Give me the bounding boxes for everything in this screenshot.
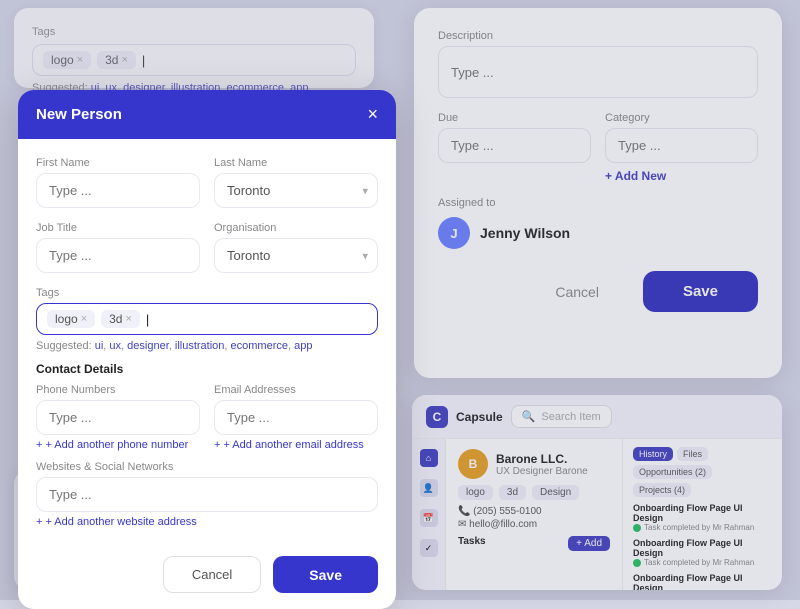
plus-website-icon: + [36,516,42,528]
modal-suggested-ux[interactable]: ux [109,340,121,352]
modal-save-button[interactable]: Save [273,556,378,593]
modal-tag-3d[interactable]: 3d × [101,310,140,328]
last-name-select-wrap: Toronto ▾ [214,173,378,208]
modal-tag-3d-remove[interactable]: × [125,313,131,325]
add-email-link[interactable]: + + Add another email address [214,439,378,451]
phone-col: Phone Numbers + + Add another phone numb… [36,384,200,451]
modal-close-button[interactable]: × [367,104,378,125]
phone-input[interactable] [36,400,200,435]
plus-phone-icon: + [36,439,42,451]
contact-details-row: Phone Numbers + + Add another phone numb… [36,384,378,451]
organisation-label: Organisation [214,222,378,234]
new-person-modal: New Person × First Name Last Name Toront… [18,90,396,609]
first-name-label: First Name [36,157,200,169]
modal-cancel-button[interactable]: Cancel [163,556,261,593]
organisation-select-wrap: Toronto ▾ [214,238,378,273]
add-website-link[interactable]: + + Add another website address [36,516,378,528]
email-col: Email Addresses + + Add another email ad… [214,384,378,451]
modal-header: New Person × [18,90,396,139]
organisation-select[interactable]: Toronto [214,238,378,273]
websites-section: Websites & Social Networks + + Add anoth… [36,461,378,528]
website-input[interactable] [36,477,378,512]
job-title-input[interactable] [36,238,200,273]
job-title-label: Job Title [36,222,200,234]
email-input[interactable] [214,400,378,435]
last-name-col: Last Name Toronto ▾ [214,157,378,208]
first-name-input[interactable] [36,173,200,208]
modal-tags-cursor: | [146,312,149,327]
job-org-row: Job Title Organisation Toronto ▾ [36,222,378,273]
modal-suggested-ui[interactable]: ui [95,340,104,352]
plus-email-icon: + [214,439,220,451]
modal-suggested-app[interactable]: app [294,340,312,352]
first-name-col: First Name [36,157,200,208]
modal-suggested-ecommerce[interactable]: ecommerce [231,340,288,352]
modal-tag-logo[interactable]: logo × [47,310,95,328]
modal-tags-input[interactable]: logo × 3d × | [36,303,378,335]
websites-label: Websites & Social Networks [36,461,378,473]
modal-suggested: Suggested: ui, ux, designer, illustratio… [36,340,378,352]
email-label: Email Addresses [214,384,378,396]
modal-suggested-designer[interactable]: designer [127,340,169,352]
modal-body: First Name Last Name Toronto ▾ Job Title [18,139,396,556]
modal-footer: Cancel Save [18,556,396,609]
name-row: First Name Last Name Toronto ▾ [36,157,378,208]
contact-details-title: Contact Details [36,362,378,376]
last-name-label: Last Name [214,157,378,169]
modal-tags-label: Tags [36,287,378,299]
phone-label: Phone Numbers [36,384,200,396]
modal-overlay: New Person × First Name Last Name Toront… [0,0,800,600]
modal-suggested-illustration[interactable]: illustration [175,340,225,352]
job-title-col: Job Title [36,222,200,273]
organisation-col: Organisation Toronto ▾ [214,222,378,273]
add-phone-link[interactable]: + + Add another phone number [36,439,200,451]
modal-tag-logo-remove[interactable]: × [81,313,87,325]
modal-title: New Person [36,106,122,123]
modal-tags-section: Tags logo × 3d × | Suggested: ui, ux, d [36,287,378,352]
last-name-select[interactable]: Toronto [214,173,378,208]
